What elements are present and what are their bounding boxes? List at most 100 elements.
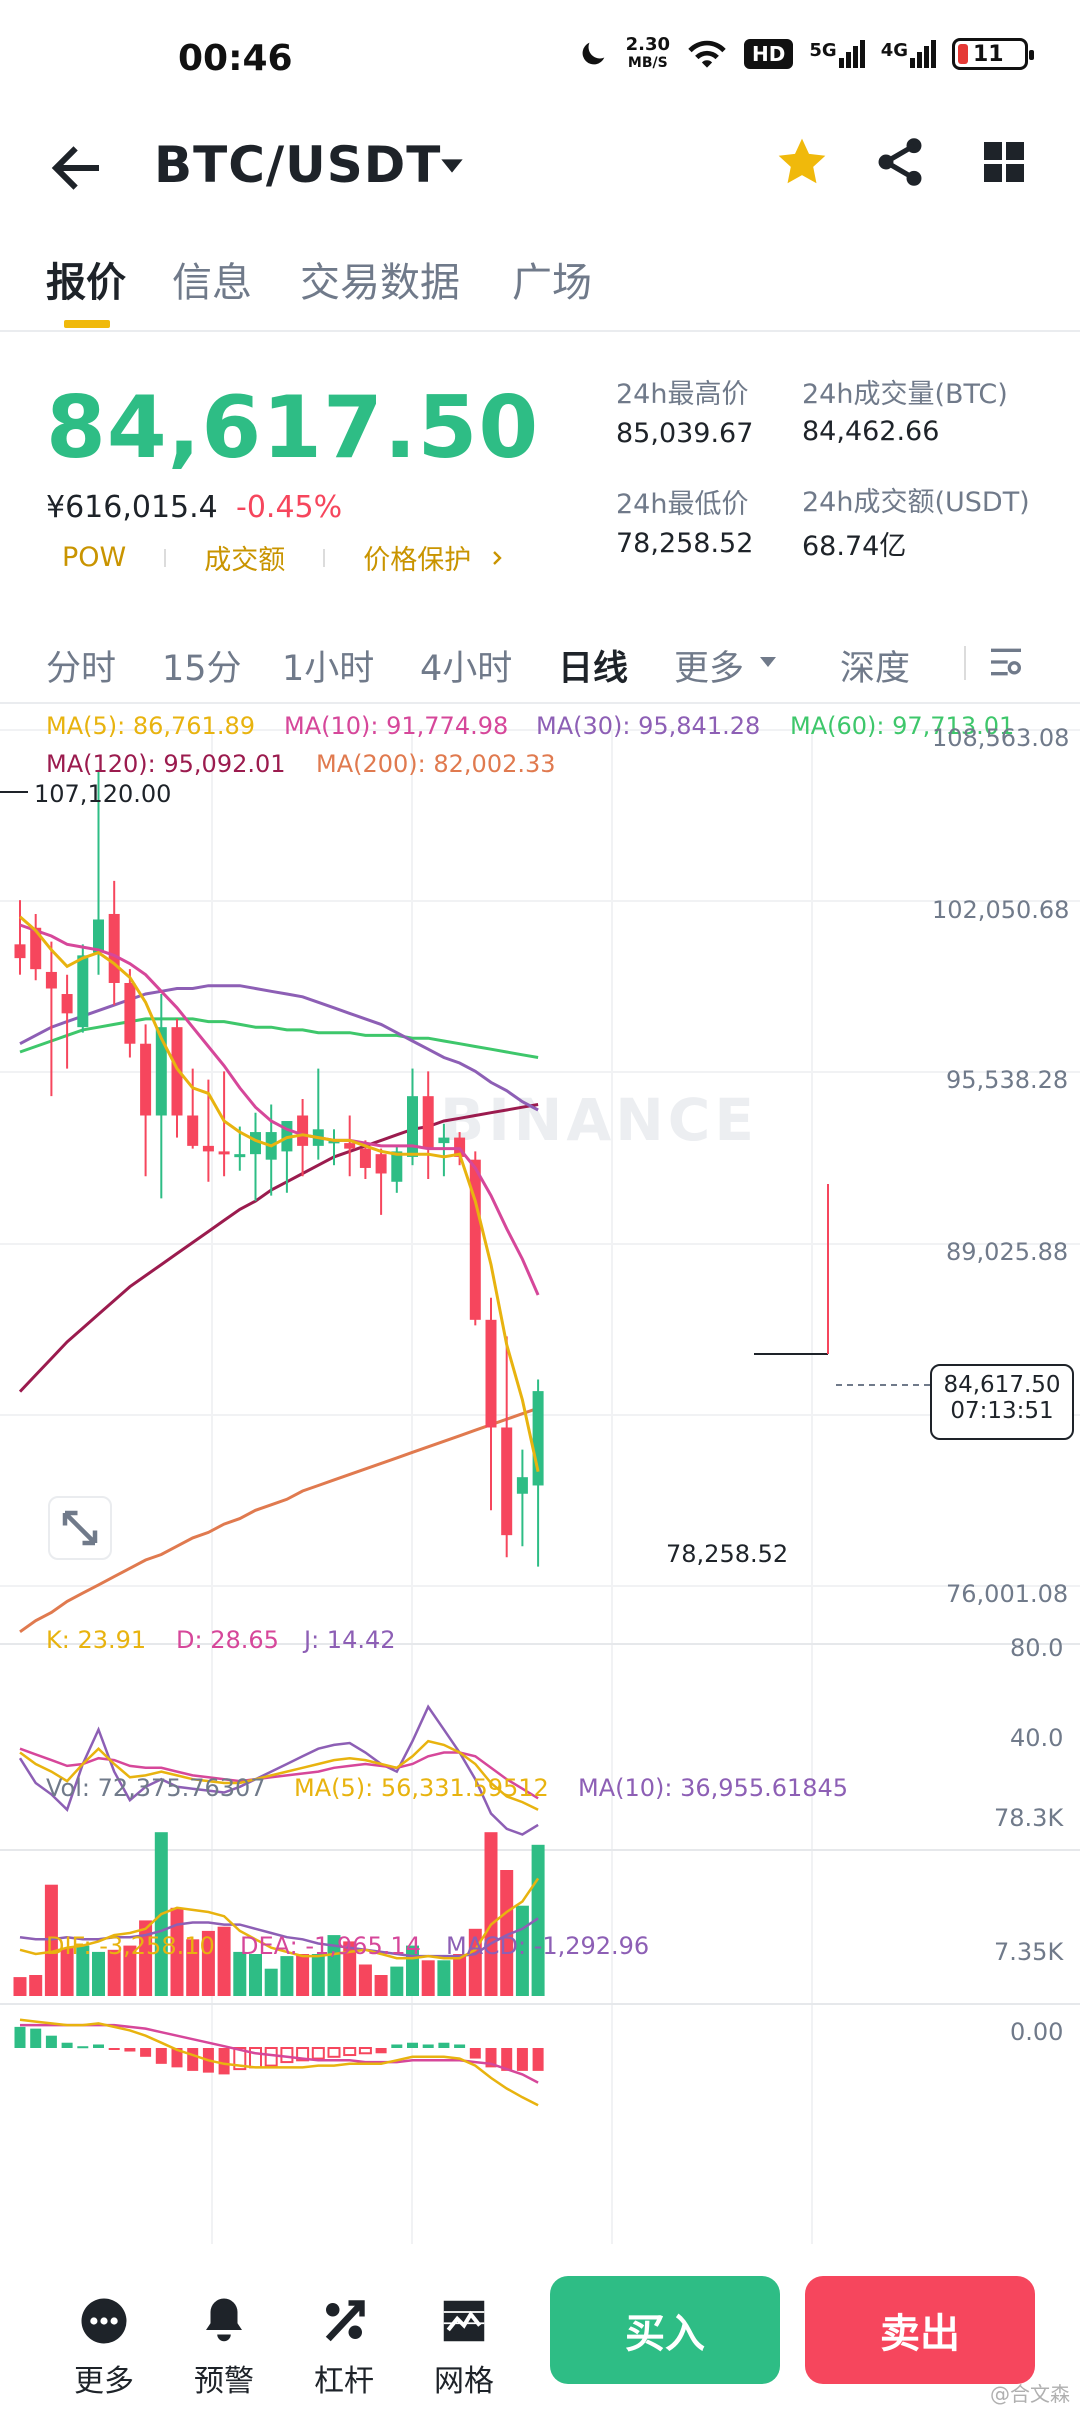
hd-badge: HD	[744, 39, 794, 69]
ma30-legend: MA(30): 95,841.28	[536, 712, 761, 740]
grid-menu-icon[interactable]	[980, 138, 1028, 186]
tag-turnover[interactable]: 成交额	[204, 538, 285, 577]
interval-more[interactable]: 更多	[674, 640, 744, 691]
nav-label: 网格	[434, 2364, 494, 2399]
macd-histogram-bar	[454, 2044, 466, 2048]
macd-histogram-bar	[438, 2042, 450, 2048]
volume-bar	[249, 1954, 262, 1996]
countdown-label: 07:13:51	[950, 1398, 1054, 1424]
macd-dif-line	[19, 2018, 539, 2107]
chart-settings-icon[interactable]	[986, 642, 1026, 682]
moon-icon	[582, 42, 604, 65]
macd-histogram-bar	[140, 2048, 152, 2057]
kdj-k-legend: K: 23.91	[46, 1626, 147, 1654]
macd-histogram-bar	[187, 2048, 199, 2071]
back-arrow-icon[interactable]	[46, 138, 106, 198]
tag-pow[interactable]: POW	[62, 542, 126, 573]
chevron-right-icon[interactable]	[485, 546, 509, 570]
price-axis-label: 102,050.68	[932, 896, 1070, 924]
volume-bar	[29, 1975, 43, 1996]
candle-body	[359, 1148, 371, 1168]
nav-alert[interactable]: 预警	[174, 2294, 274, 2400]
macd-histogram-bar	[249, 2047, 262, 2069]
stat-high-value: 85,039.67	[616, 418, 754, 449]
volume-bar	[311, 1954, 325, 1996]
volume-bar	[390, 1966, 404, 1996]
current-price-label: 84,617.50	[943, 1372, 1061, 1398]
macd-histogram-bar	[108, 2048, 120, 2050]
bottom-action-bar: 更多 预警 杠杆 网格 买入 卖出 @合文森	[0, 2264, 1080, 2412]
stat-vol-btc-value: 84,462.66	[802, 416, 940, 447]
candle-body	[124, 982, 136, 1044]
price-cny: ¥616,015.4	[46, 490, 218, 525]
vol-axis-bottom: 7.35K	[994, 1938, 1064, 1966]
expand-chart-button[interactable]	[48, 1496, 112, 1560]
stat-vol-btc-label: 24h成交量(BTC)	[802, 379, 1008, 410]
leverage-icon	[325, 2300, 365, 2342]
main-tabs: 报价 信息 交易数据 广场	[0, 240, 1080, 332]
ma5-line	[19, 915, 540, 1473]
interval-depth[interactable]: 深度	[840, 640, 910, 691]
kdj-d-legend: D: 28.65	[176, 1626, 279, 1654]
pair-title[interactable]: BTC/USDT	[154, 136, 441, 194]
last-price: 84,617.50	[46, 378, 540, 478]
tag-price-protection[interactable]: 价格保护	[363, 538, 471, 577]
volume-bar	[421, 1960, 435, 1996]
nav-label: 预警	[194, 2364, 254, 2399]
candle-body	[61, 994, 73, 1014]
price-axis-label: 89,025.88	[946, 1238, 1069, 1266]
volume-bar	[374, 1975, 388, 1996]
volume-bar	[358, 1964, 372, 1996]
macd-histogram-bar	[280, 2047, 294, 2064]
interval-bar: 分时 15分 1小时 4小时 日线 更多 深度	[0, 630, 1080, 690]
sell-button[interactable]: 卖出	[805, 2276, 1035, 2384]
volume-bar	[217, 1926, 231, 1996]
nav-leverage[interactable]: 杠杆	[294, 2294, 394, 2400]
corner-watermark: @合文森	[990, 2382, 1070, 2406]
kdj-j-legend: J: 14.42	[304, 1626, 396, 1654]
price-axis-label: 76,001.08	[946, 1580, 1069, 1608]
high-marker-label: 107,120.00	[34, 780, 172, 808]
caret-down-icon[interactable]	[756, 650, 780, 674]
tab-quote[interactable]: 报价	[46, 250, 126, 308]
candle-body	[438, 1137, 450, 1144]
macd-histogram-bar	[93, 2044, 104, 2048]
favorite-star-icon[interactable]	[774, 134, 830, 190]
share-icon[interactable]	[872, 134, 928, 190]
vol-ma10-legend: MA(10): 36,955.61845	[578, 1774, 849, 1802]
candle-body	[93, 919, 104, 953]
interval-15m[interactable]: 15分	[162, 640, 242, 691]
macd-histogram-bar	[391, 2044, 403, 2048]
caret-down-icon[interactable]	[436, 150, 468, 182]
nav-more[interactable]: 更多	[54, 2294, 154, 2400]
kline-chart[interactable]: BINANCE MA(5): 86,761.89 MA(10): 91,774.…	[0, 704, 1080, 2264]
interval-1h[interactable]: 1小时	[282, 640, 374, 691]
tab-info[interactable]: 信息	[172, 250, 252, 308]
tab-square[interactable]: 广场	[512, 250, 592, 308]
candle-body	[234, 1154, 246, 1158]
grid-trading-icon	[443, 2300, 485, 2342]
buy-button[interactable]: 买入	[550, 2276, 780, 2384]
macd-histogram-bar	[327, 2047, 341, 2058]
chart-canvas[interactable]: BINANCE	[0, 704, 1080, 2264]
volume-bar	[453, 1954, 467, 1996]
tab-trading-data[interactable]: 交易数据	[300, 250, 460, 308]
candle-body	[45, 971, 57, 989]
candle-body	[375, 1154, 387, 1174]
macd-histogram-bar	[375, 2048, 387, 2054]
macd-histogram-bar	[469, 2048, 481, 2059]
expand-icon	[62, 1510, 98, 1546]
nav-grid-trading[interactable]: 网格	[414, 2294, 514, 2400]
status-icons: 2.30 MB/S HD 5G 4G 11	[576, 36, 1034, 72]
price-axis-label: 108,563.08	[932, 724, 1070, 752]
interval-4h[interactable]: 4小时	[420, 640, 512, 691]
candle-body	[14, 944, 26, 959]
interval-1d[interactable]: 日线	[558, 640, 628, 691]
interval-time-share[interactable]: 分时	[46, 640, 116, 691]
more-icon	[81, 2298, 127, 2344]
signal-4g: 4G	[881, 40, 936, 68]
signal-5g: 5G	[809, 40, 865, 68]
macd-histogram-bar	[264, 2047, 278, 2067]
macd-histogram-bar	[14, 2026, 26, 2048]
macd-histogram-bar	[61, 2042, 73, 2048]
